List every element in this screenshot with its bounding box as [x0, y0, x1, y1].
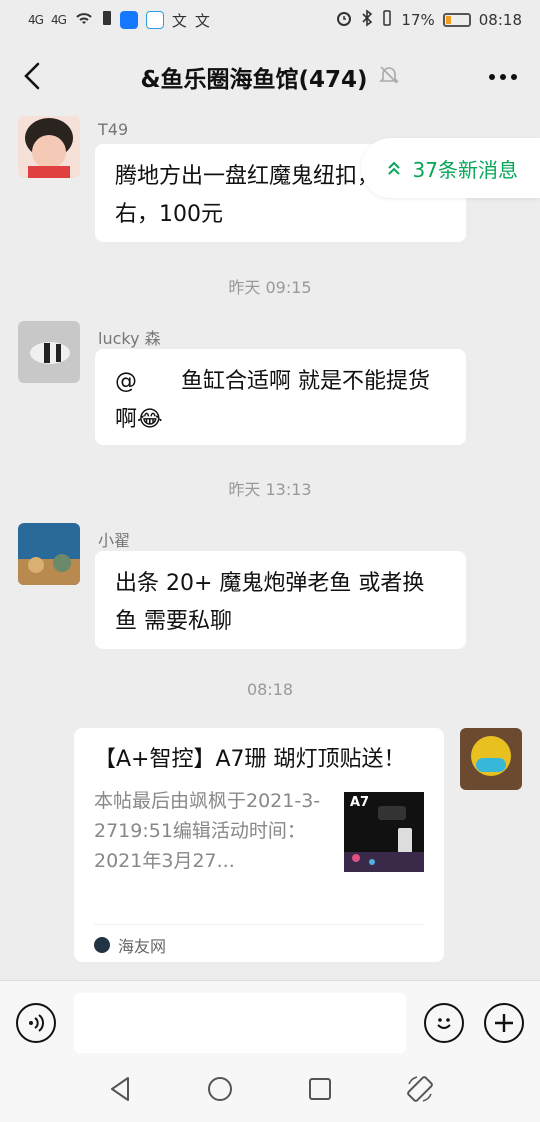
vibrate-icon: [381, 9, 393, 31]
signal-icon: 4G: [28, 13, 44, 27]
message-bubble[interactable]: 出条 20+ 魔鬼炮弹老鱼 或者换鱼 需要私聊: [95, 551, 466, 649]
page-title: &鱼乐圈海鱼馆(474): [140, 67, 368, 93]
bluetooth-icon: [361, 9, 373, 31]
card-thumbnail: A7: [344, 792, 424, 872]
circle-home-icon: [208, 1077, 232, 1101]
battery-percent: 17%: [401, 11, 435, 29]
app-notification-icon: [145, 11, 164, 29]
nav-recent-button[interactable]: [305, 1074, 335, 1104]
status-right: 17% 08:18: [335, 9, 522, 31]
sim-icon: [102, 10, 112, 30]
nav-back-button[interactable]: [105, 1074, 135, 1104]
sender-name: lucky 森: [98, 329, 161, 348]
new-messages-button[interactable]: 37条新消息: [360, 138, 540, 198]
my-avatar[interactable]: [460, 728, 522, 790]
card-title: 【A+智控】A7珊 瑚灯顶贴送！: [94, 747, 406, 772]
avatar[interactable]: [18, 321, 80, 383]
timestamp: 08:18: [246, 680, 294, 699]
new-messages-label: 37条新消息: [412, 157, 518, 182]
emoji-button[interactable]: [424, 1003, 464, 1043]
battery-icon: [442, 13, 471, 27]
more-icon: [489, 74, 517, 80]
card-footer: 海友网: [94, 924, 424, 957]
message-text: @ 鱼缸合适啊 就是不能提货啊😂: [115, 369, 430, 432]
chevron-left-icon: [24, 62, 40, 90]
timestamp: 昨天 09:15: [228, 278, 312, 297]
wifi-icon: [74, 10, 94, 30]
card-body: 本帖最后由飒枫于2021-3-2719:51编辑活动时间：2021年3月27..…: [94, 786, 424, 876]
bell-off-icon: [378, 64, 400, 90]
chat-header: &鱼乐圈海鱼馆(474): [0, 40, 540, 114]
alarm-icon: [335, 9, 353, 31]
title-wrap: &鱼乐圈海鱼馆(474): [140, 60, 399, 94]
more-button[interactable]: [488, 62, 518, 82]
plus-button[interactable]: [484, 1003, 524, 1043]
timestamp: 昨天 13:13: [228, 480, 312, 499]
emoji-icon: [437, 1018, 451, 1029]
source-logo-icon: [94, 937, 110, 953]
avatar[interactable]: [18, 116, 80, 178]
voice-icon: [29, 1014, 44, 1032]
signal-icon: 4G: [50, 13, 67, 27]
square-recent-icon: [309, 1078, 331, 1100]
back-button[interactable]: [14, 58, 50, 94]
message-text: 出条 20+ 魔鬼炮弹老鱼 或者换鱼 需要私聊: [115, 571, 425, 634]
nav-home-button[interactable]: [205, 1074, 235, 1104]
app-notification-icon: 文: [171, 11, 187, 30]
link-card[interactable]: 【A+智控】A7珊 瑚灯顶贴送！ 本帖最后由飒枫于2021-3-2719:51编…: [74, 728, 444, 962]
status-time: 08:18: [478, 11, 522, 29]
rotate-icon: [407, 1076, 433, 1102]
nav-rotate-button[interactable]: [405, 1074, 435, 1104]
app-notification-icon: [119, 11, 138, 29]
system-nav-bar: [0, 1056, 540, 1122]
status-left: 4G 4G 文 文: [28, 10, 210, 31]
message-bubble[interactable]: @ 鱼缸合适啊 就是不能提货啊😂: [95, 349, 466, 445]
sender-name: T49: [98, 120, 129, 139]
card-source: 海友网: [118, 937, 167, 956]
message-input[interactable]: [74, 993, 406, 1053]
app-notification-icon: 文: [194, 11, 210, 30]
voice-button[interactable]: [16, 1003, 56, 1043]
status-bar: 4G 4G 文 文 17% 08:18: [0, 0, 540, 40]
avatar[interactable]: [18, 523, 80, 585]
double-chevron-up-icon: [387, 161, 400, 175]
sender-name: 小翟: [98, 531, 131, 550]
card-description: 本帖最后由飒枫于2021-3-2719:51编辑活动时间：2021年3月27..…: [94, 790, 321, 872]
input-bar: [0, 980, 540, 1056]
triangle-back-icon: [111, 1077, 129, 1101]
plus-icon: [495, 1014, 513, 1032]
